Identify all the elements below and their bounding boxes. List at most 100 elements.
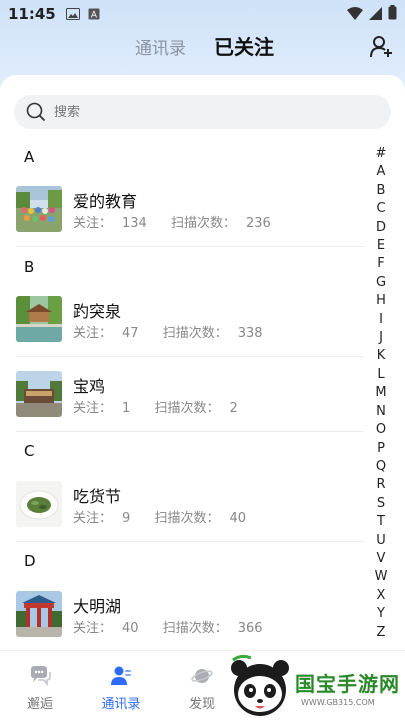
nav-contacts[interactable]: 通讯录: [93, 665, 149, 712]
food-photo-thumbnail: [16, 481, 62, 527]
index-letter[interactable]: R: [376, 476, 385, 494]
wifi-icon: [347, 5, 363, 24]
item-stats: 关注： 1 扫描次数： 2: [73, 397, 258, 416]
tab-following[interactable]: 已关注: [214, 31, 274, 60]
index-letter[interactable]: P: [377, 440, 385, 458]
a-notification-icon: A: [88, 5, 100, 24]
contacts-icon: [110, 665, 132, 687]
follow-label: 关注：: [73, 326, 113, 341]
index-letter[interactable]: C: [376, 200, 385, 218]
alphabet-index-bar[interactable]: # A B C D E F G H I J K L M N O P Q R S T U V W X Y Z: [373, 145, 389, 642]
scan-label: 扫描次数：: [162, 326, 228, 341]
svg-text:A: A: [91, 10, 98, 20]
watermark-text: 国宝手游网: [295, 672, 400, 696]
scan-label: 扫描次数：: [162, 621, 228, 636]
index-letter[interactable]: V: [377, 550, 386, 568]
scan-label: 扫描次数：: [170, 216, 236, 231]
divider: [16, 431, 364, 432]
archway-photo-thumbnail: [16, 591, 62, 637]
tab-contacts[interactable]: 通讯录: [135, 34, 186, 59]
spring-photo-thumbnail: [16, 296, 62, 342]
section-header-d: D: [24, 552, 36, 570]
item-stats: 关注： 47 扫描次数： 338: [73, 322, 283, 341]
scan-count: 366: [237, 621, 263, 636]
image-icon: [65, 5, 80, 24]
index-letter[interactable]: N: [376, 403, 386, 421]
list-item[interactable]: 趵突泉 关注： 47 扫描次数： 338: [16, 296, 364, 358]
item-stats: 关注： 9 扫描次数： 40: [73, 507, 266, 526]
item-name: 趵突泉: [73, 302, 122, 321]
item-name: 吃货节: [73, 487, 122, 506]
index-letter[interactable]: J: [379, 329, 383, 347]
index-letter[interactable]: #: [376, 145, 387, 163]
item-name: 爱的教育: [73, 192, 138, 211]
section-header-a: A: [24, 148, 35, 166]
watermark-logo: 国宝手游网 WWW.GB315.COM: [225, 654, 405, 720]
index-letter[interactable]: W: [375, 568, 388, 586]
follow-count: 47: [122, 326, 139, 341]
list-item[interactable]: 爱的教育 关注： 134 扫描次数： 236: [16, 186, 364, 248]
follow-count: 134: [122, 216, 147, 231]
nav-label: 通讯录: [101, 697, 141, 712]
index-letter[interactable]: B: [377, 182, 386, 200]
index-letter[interactable]: F: [377, 255, 384, 273]
nav-label: 邂逅: [26, 697, 53, 712]
panda-icon: [231, 654, 289, 716]
search-bar[interactable]: [14, 95, 391, 129]
follow-count: 1: [122, 401, 131, 416]
list-item[interactable]: 宝鸡 关注： 1 扫描次数： 2: [16, 371, 364, 433]
follow-label: 关注：: [73, 216, 113, 231]
chat-bubbles-icon: [29, 665, 51, 687]
follow-label: 关注：: [73, 401, 113, 416]
index-letter[interactable]: K: [377, 347, 386, 365]
scan-count: 236: [246, 216, 271, 231]
divider: [16, 356, 364, 357]
item-name: 宝鸡: [73, 377, 106, 396]
item-name: 大明湖: [73, 597, 122, 616]
index-letter[interactable]: E: [377, 237, 385, 255]
index-letter[interactable]: L: [377, 366, 384, 384]
nav-discover[interactable]: 发现: [174, 665, 230, 712]
index-letter[interactable]: U: [376, 532, 386, 550]
scan-count: 338: [237, 326, 263, 341]
item-stats: 关注： 40 扫描次数： 366: [73, 617, 283, 636]
header: 通讯录 已关注: [0, 28, 405, 74]
follow-label: 关注：: [73, 511, 113, 526]
gate-photo-thumbnail: [16, 371, 62, 417]
index-letter[interactable]: M: [375, 384, 386, 402]
nav-label: 发现: [188, 697, 215, 712]
item-stats: 关注： 134 扫描次数： 236: [73, 212, 291, 231]
section-header-b: B: [24, 258, 35, 276]
index-letter[interactable]: T: [377, 513, 385, 531]
list-item[interactable]: 大明湖 关注： 40 扫描次数： 366: [16, 591, 364, 653]
watermark-url: WWW.GB315.COM: [301, 698, 375, 707]
section-header-c: C: [24, 442, 35, 460]
index-letter[interactable]: S: [377, 495, 385, 513]
nav-encounter[interactable]: 邂逅: [12, 665, 68, 712]
scan-label: 扫描次数：: [154, 401, 220, 416]
battery-icon: [388, 4, 397, 24]
group-photo-thumbnail: [16, 186, 62, 232]
search-input[interactable]: [54, 104, 354, 120]
contacts-list-card: A 爱的教育 关注： 134 扫描次数： 236 B: [0, 75, 405, 650]
status-time: 11:45: [8, 5, 56, 23]
divider: [16, 541, 364, 542]
cellular-icon: [369, 5, 382, 24]
list-item[interactable]: 吃货节 关注： 9 扫描次数： 40: [16, 481, 364, 543]
index-letter[interactable]: Y: [377, 605, 385, 623]
index-letter[interactable]: Q: [376, 458, 386, 476]
index-letter[interactable]: I: [379, 311, 383, 329]
index-letter[interactable]: H: [376, 292, 386, 310]
scan-count: 2: [229, 401, 238, 416]
add-user-icon[interactable]: [369, 34, 395, 60]
index-letter[interactable]: A: [377, 163, 386, 181]
follow-label: 关注：: [73, 621, 113, 636]
follow-count: 9: [122, 511, 131, 526]
scan-count: 40: [229, 511, 246, 526]
index-letter[interactable]: G: [376, 274, 386, 292]
index-letter[interactable]: O: [376, 421, 386, 439]
index-letter[interactable]: D: [376, 219, 386, 237]
follow-count: 40: [122, 621, 139, 636]
index-letter[interactable]: X: [377, 587, 386, 605]
index-letter[interactable]: Z: [377, 624, 386, 642]
